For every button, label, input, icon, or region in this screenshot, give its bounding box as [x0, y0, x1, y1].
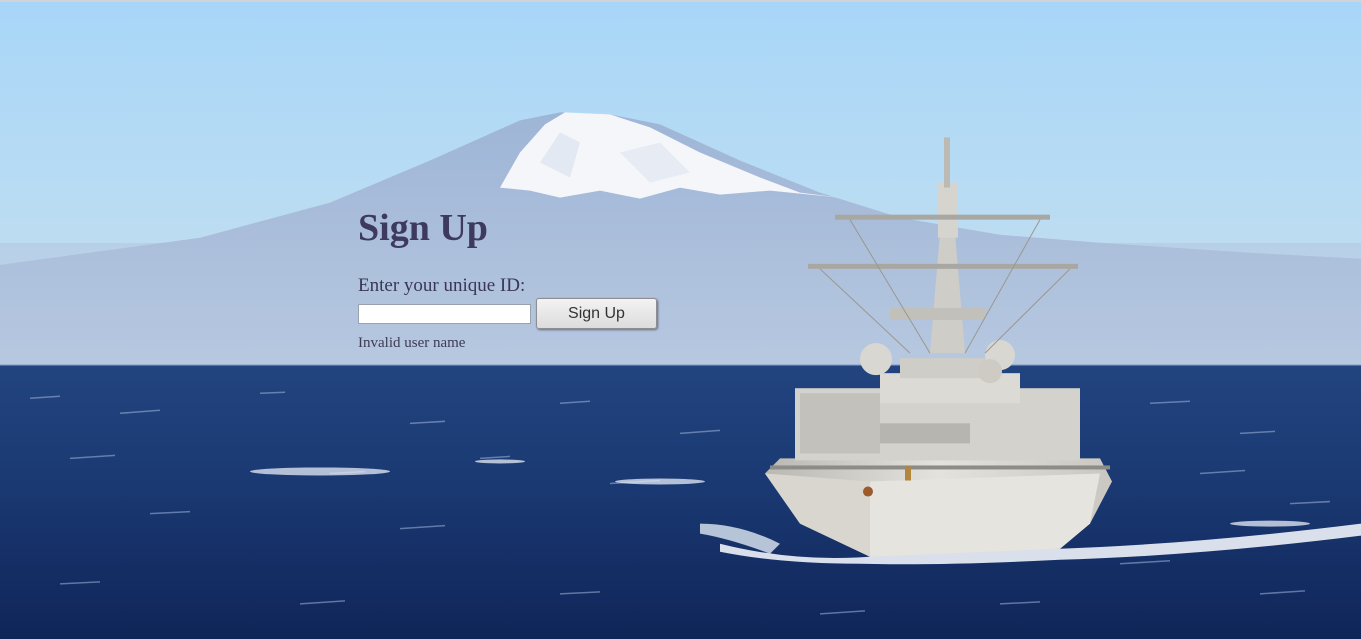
unique-id-label: Enter your unique ID:: [358, 275, 526, 296]
signup-page: Sign Up Enter your unique ID: Sign Up In…: [0, 0, 1361, 639]
error-message: Invalid user name: [358, 335, 466, 351]
signup-form: Sign Up Enter your unique ID: Sign Up In…: [358, 206, 657, 352]
sign-up-button[interactable]: Sign Up: [536, 298, 657, 329]
page-title: Sign Up: [358, 207, 488, 249]
unique-id-input[interactable]: [358, 303, 531, 324]
signup-row: Sign Up: [358, 298, 657, 329]
background-image: [0, 2, 1361, 639]
